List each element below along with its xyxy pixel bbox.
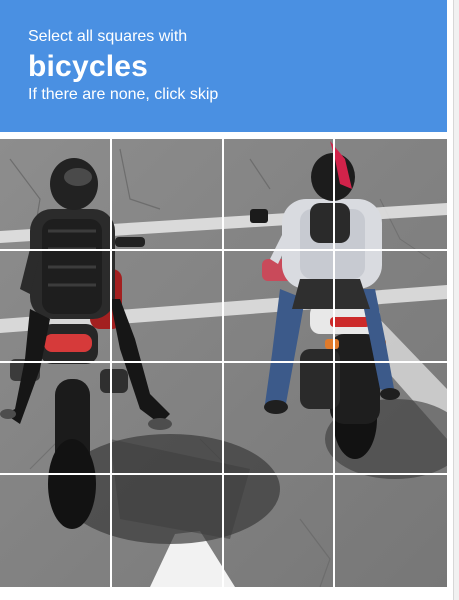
footer-strip: [0, 590, 453, 600]
captcha-frame: Select all squares with bicycles If ther…: [0, 0, 453, 600]
challenge-header: Select all squares with bicycles If ther…: [0, 0, 447, 132]
grid-tile-r1c3[interactable]: [223, 139, 336, 251]
grid-tile-r4c3[interactable]: [224, 475, 336, 587]
grid-tile-r4c2[interactable]: [112, 475, 224, 587]
instruction-line: Select all squares with: [28, 28, 188, 45]
image-grid: [0, 139, 447, 587]
scrollbar-edge: [453, 0, 459, 600]
grid-tile-r4c4[interactable]: [335, 475, 447, 587]
grid-tile-r3c2[interactable]: [111, 363, 224, 475]
grid-tile-r3c1[interactable]: [0, 363, 112, 475]
grid-tile-r2c2[interactable]: [111, 251, 224, 363]
grid-tile-r4c1[interactable]: [0, 475, 112, 587]
grid-tile-r2c4[interactable]: [335, 251, 447, 363]
grid-tile-r2c3[interactable]: [223, 251, 336, 363]
grid-tile-r1c4[interactable]: [335, 139, 447, 251]
target-object: bicycles: [28, 50, 149, 83]
grid-tile-r1c2[interactable]: [111, 139, 224, 251]
tile-grid: [0, 139, 447, 587]
skip-hint: If there are none, click skip: [28, 86, 219, 103]
grid-tile-r3c3[interactable]: [223, 363, 336, 475]
grid-tile-r3c4[interactable]: [335, 363, 447, 475]
grid-tile-r1c1[interactable]: [0, 139, 112, 251]
grid-tile-r2c1[interactable]: [0, 251, 112, 363]
